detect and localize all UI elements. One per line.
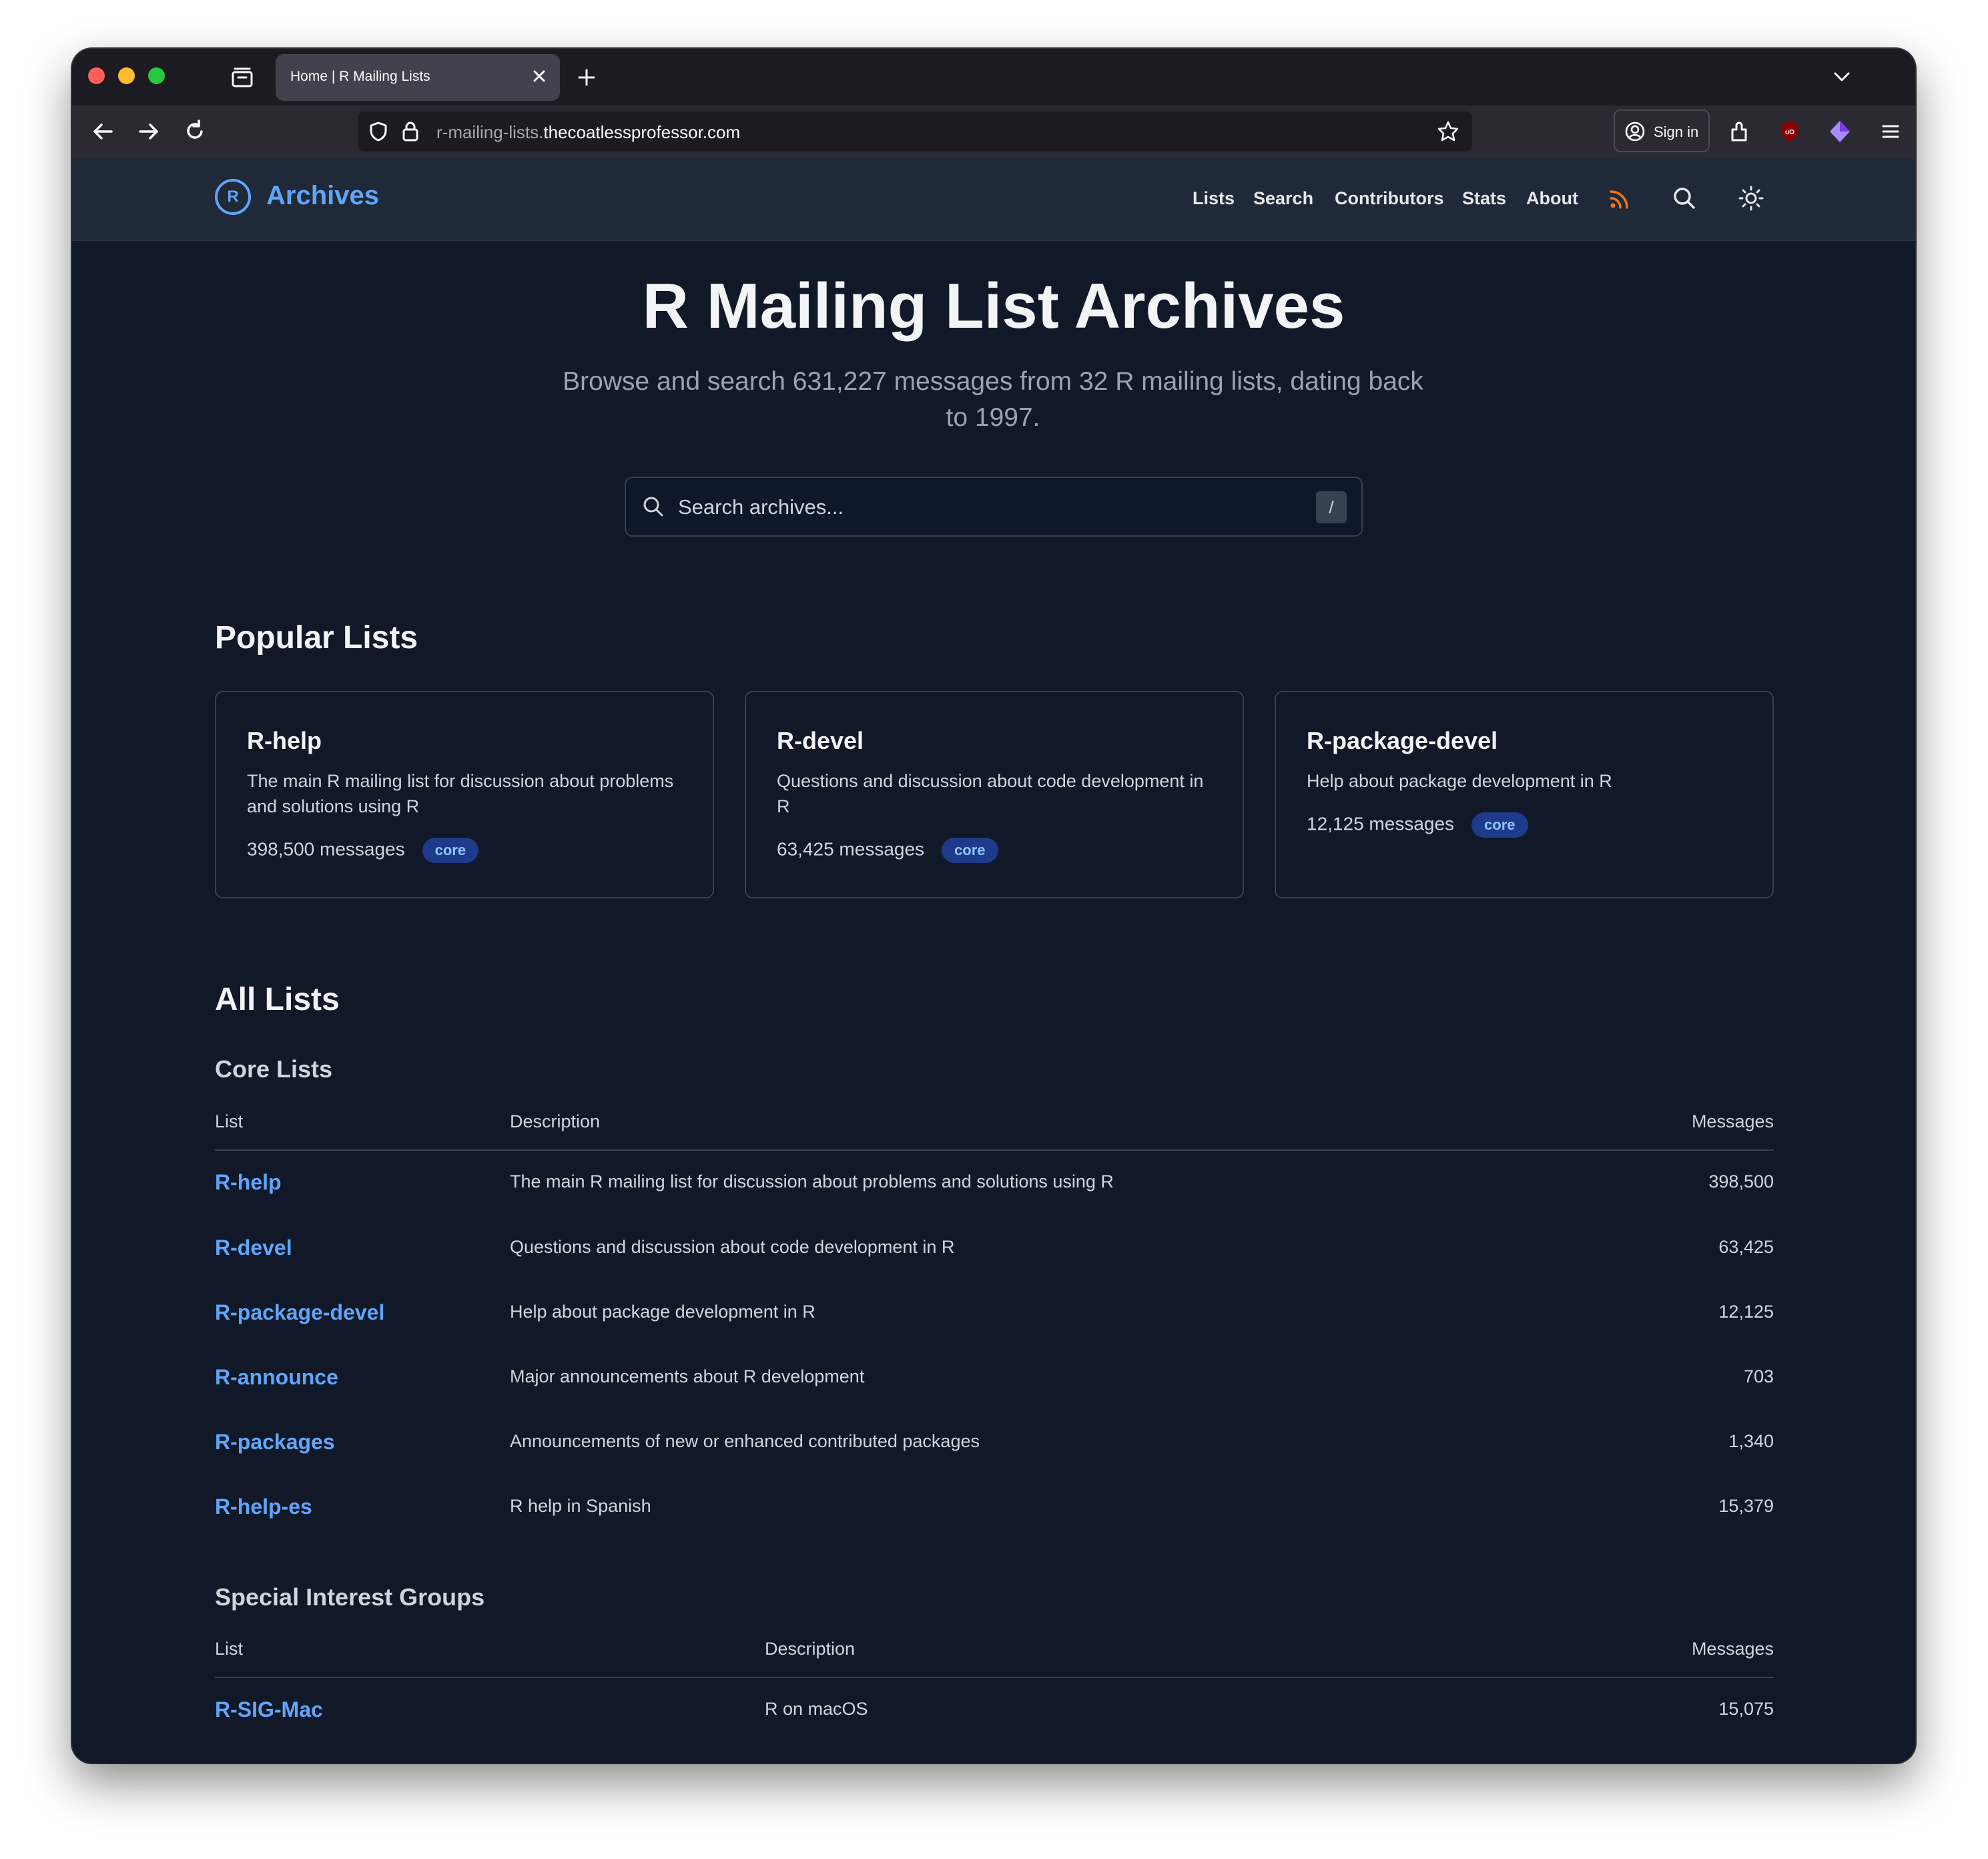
card-meta: 12,125 messages core bbox=[1307, 812, 1528, 838]
popular-card-r-devel[interactable]: R-devel Questions and discussion about c… bbox=[745, 691, 1244, 898]
core-badge: core bbox=[942, 838, 998, 863]
site-header: R Archives Lists Search Contributors Sta… bbox=[72, 158, 1915, 241]
shortcut-key-badge: / bbox=[1316, 491, 1347, 523]
column-header-description: Description bbox=[510, 1111, 601, 1131]
close-window-button[interactable] bbox=[88, 67, 105, 84]
minimize-window-button[interactable] bbox=[118, 67, 135, 84]
svg-text:uO: uO bbox=[1785, 129, 1794, 136]
tab-bar: Home | R Mailing Lists bbox=[72, 49, 1915, 105]
list-message-count: 15,379 bbox=[1718, 1496, 1774, 1516]
list-description: R help in Spanish bbox=[510, 1496, 651, 1516]
extension-diamond-icon[interactable] bbox=[1826, 117, 1854, 146]
card-message-count: 398,500 messages bbox=[247, 838, 405, 860]
card-description: Help about package development in R bbox=[1307, 771, 1612, 791]
page-title: R Mailing List Archives bbox=[642, 270, 1345, 342]
list-link[interactable]: R-devel bbox=[215, 1236, 292, 1260]
list-link[interactable]: R-package-devel bbox=[215, 1300, 384, 1325]
search-input[interactable]: Search archives... / bbox=[625, 477, 1363, 537]
url-subdomain: r-mailing-lists. bbox=[436, 122, 544, 142]
url-text: r-mailing-lists.thecoatlessprofessor.com bbox=[436, 122, 740, 143]
nav-lists[interactable]: Lists bbox=[1193, 188, 1235, 209]
nav-toolbar: r-mailing-lists.thecoatlessprofessor.com… bbox=[72, 105, 1915, 158]
list-message-count: 398,500 bbox=[1708, 1171, 1774, 1191]
list-message-count: 703 bbox=[1743, 1366, 1774, 1386]
bookmark-star-icon[interactable] bbox=[1436, 119, 1460, 144]
column-header-messages: Messages bbox=[1691, 1111, 1774, 1131]
browser-window: Home | R Mailing Lists r-mailing-lists.t… bbox=[72, 49, 1915, 1763]
menu-icon[interactable] bbox=[1877, 117, 1905, 146]
url-domain: thecoatlessprofessor.com bbox=[543, 122, 741, 142]
core-badge: core bbox=[422, 838, 479, 863]
core-lists-heading: Core Lists bbox=[215, 1055, 333, 1083]
list-message-count: 1,340 bbox=[1728, 1431, 1774, 1451]
extensions-icon[interactable] bbox=[1726, 117, 1754, 146]
reload-icon[interactable] bbox=[181, 117, 209, 146]
nav-search[interactable]: Search bbox=[1253, 188, 1313, 209]
card-title: R-devel bbox=[777, 727, 864, 754]
ublock-icon[interactable]: uO bbox=[1776, 117, 1804, 146]
lock-icon[interactable] bbox=[399, 119, 422, 144]
column-header-description: Description bbox=[765, 1639, 856, 1659]
list-description: Questions and discussion about code deve… bbox=[510, 1237, 955, 1257]
account-icon bbox=[1625, 121, 1645, 142]
all-lists-heading: All Lists bbox=[215, 982, 340, 1017]
list-link[interactable]: R-help-es bbox=[215, 1495, 312, 1519]
sun-icon[interactable] bbox=[1738, 185, 1764, 212]
list-description: Announcements of new or enhanced contrib… bbox=[510, 1431, 980, 1451]
popular-card-r-package-devel[interactable]: R-package-devel Help about package devel… bbox=[1275, 691, 1774, 898]
list-link[interactable]: R-help bbox=[215, 1170, 282, 1195]
card-description: Questions and discussion about code deve… bbox=[777, 771, 1204, 816]
search-icon bbox=[643, 497, 663, 517]
url-bar[interactable]: r-mailing-lists.thecoatlessprofessor.com bbox=[358, 111, 1472, 152]
tab-title: Home | R Mailing Lists bbox=[290, 69, 430, 84]
popular-lists-heading: Popular Lists bbox=[215, 620, 418, 655]
shield-icon[interactable] bbox=[367, 120, 390, 143]
column-header-list: List bbox=[215, 1111, 244, 1131]
tab-collections-icon[interactable] bbox=[230, 66, 255, 89]
list-description: Help about package development in R bbox=[510, 1302, 815, 1322]
search-icon[interactable] bbox=[1671, 185, 1698, 212]
nav-stats[interactable]: Stats bbox=[1462, 188, 1506, 209]
back-icon[interactable] bbox=[89, 117, 117, 146]
list-message-count: 63,425 bbox=[1718, 1237, 1774, 1257]
search-placeholder: Search archives... bbox=[678, 495, 844, 519]
rss-icon[interactable] bbox=[1608, 188, 1631, 210]
forward-icon[interactable] bbox=[135, 117, 163, 146]
list-link[interactable]: R-announce bbox=[215, 1365, 338, 1390]
sign-in-label: Sign in bbox=[1654, 123, 1699, 140]
maximize-window-button[interactable] bbox=[148, 67, 165, 84]
logo-text[interactable]: Archives bbox=[266, 181, 379, 211]
card-description: The main R mailing list for discussion a… bbox=[247, 771, 674, 816]
logo-icon[interactable]: R bbox=[215, 179, 251, 215]
list-link[interactable]: R-SIG-Mac bbox=[215, 1697, 323, 1722]
list-description: The main R mailing list for discussion a… bbox=[510, 1171, 1114, 1191]
list-description: Major announcements about R development bbox=[510, 1366, 865, 1386]
list-message-count: 15,075 bbox=[1718, 1699, 1774, 1719]
card-title: R-help bbox=[247, 727, 322, 754]
nav-contributors[interactable]: Contributors bbox=[1335, 188, 1443, 209]
card-meta: 398,500 messages core bbox=[247, 838, 479, 863]
new-tab-icon[interactable] bbox=[574, 65, 599, 90]
page-subtitle: Browse and search 631,227 messages from … bbox=[563, 367, 1423, 432]
card-title: R-package-devel bbox=[1307, 727, 1498, 754]
card-message-count: 12,125 messages bbox=[1307, 813, 1455, 834]
list-message-count: 12,125 bbox=[1718, 1302, 1774, 1322]
card-meta: 63,425 messages core bbox=[777, 838, 998, 863]
list-description: R on macOS bbox=[765, 1699, 868, 1719]
close-icon[interactable] bbox=[529, 66, 549, 86]
table-divider bbox=[215, 1677, 1774, 1678]
tab-active[interactable]: Home | R Mailing Lists bbox=[276, 54, 560, 101]
list-link[interactable]: R-packages bbox=[215, 1430, 335, 1454]
special-interest-groups-heading: Special Interest Groups bbox=[215, 1583, 485, 1611]
card-message-count: 63,425 messages bbox=[777, 838, 925, 860]
core-badge: core bbox=[1471, 812, 1528, 838]
table-divider bbox=[215, 1149, 1774, 1151]
nav-about[interactable]: About bbox=[1526, 188, 1578, 209]
popular-card-r-help[interactable]: R-help The main R mailing list for discu… bbox=[215, 691, 714, 898]
sign-in-button[interactable]: Sign in bbox=[1614, 109, 1710, 152]
column-header-list: List bbox=[215, 1639, 244, 1659]
column-header-messages: Messages bbox=[1691, 1639, 1774, 1659]
chevron-down-icon[interactable] bbox=[1830, 65, 1854, 89]
